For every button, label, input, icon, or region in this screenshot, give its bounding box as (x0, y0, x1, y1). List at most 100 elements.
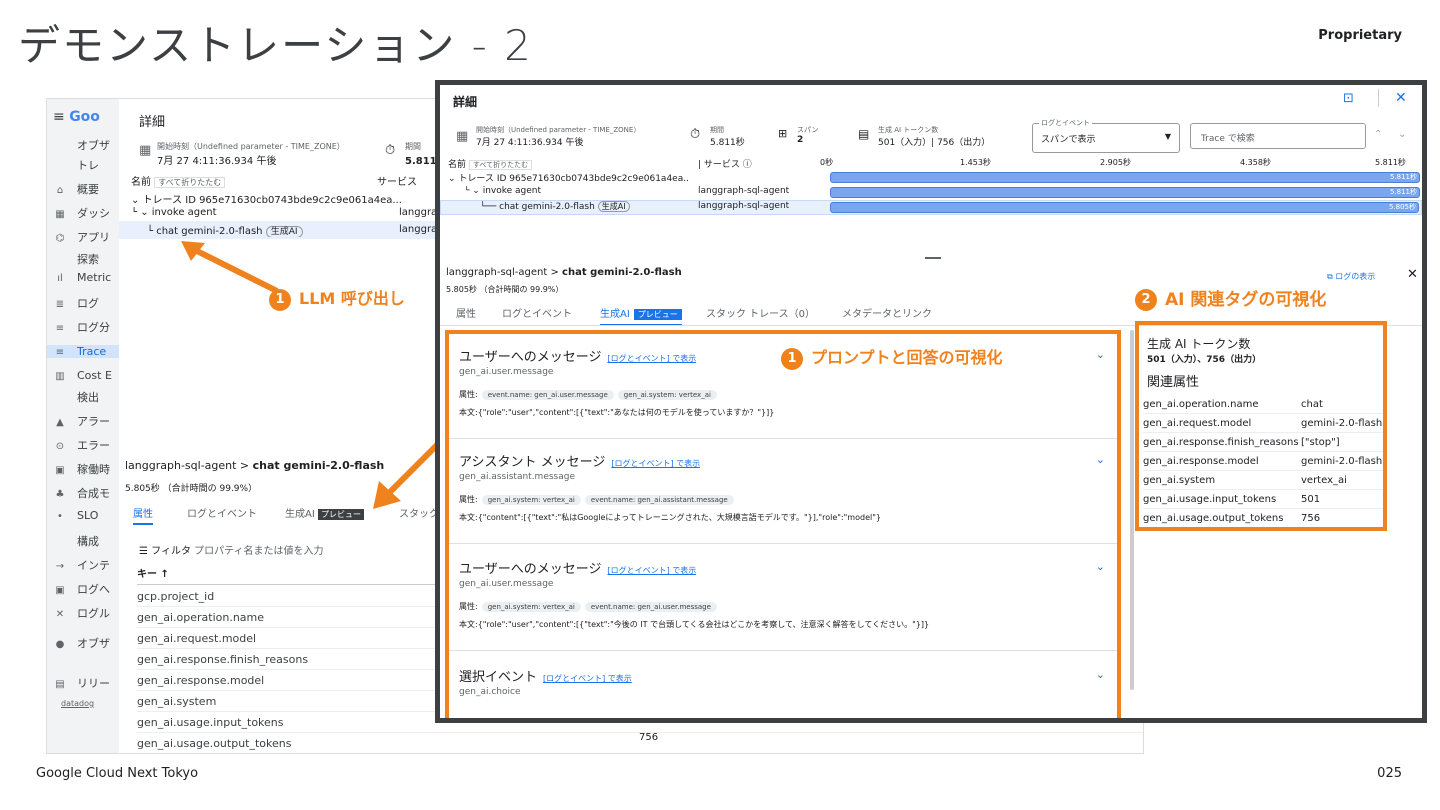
rail-item-icon: ⌂ (56, 185, 64, 196)
rail-item[interactable]: 探索 (53, 251, 119, 267)
rail-item[interactable]: ● オブザ (53, 635, 119, 651)
attr-value: chat (1301, 399, 1323, 410)
trace-row-name[interactable]: └── chat gemini-2.0-flash 生成AI (480, 201, 720, 212)
view-logs-link[interactable]: ⧉ ログの表示 (1327, 271, 1375, 282)
rail-item[interactable]: ≡ ログ分 (53, 319, 119, 335)
attr-value: ["stop"] (1301, 437, 1340, 448)
rail-item[interactable]: ▥ Cost E (53, 369, 119, 382)
rail-item[interactable]: 検出 (53, 389, 119, 405)
rail-item[interactable]: ⊙ エラー (53, 437, 119, 453)
rail-item-label: オブザ (77, 139, 110, 152)
tab-2[interactable]: 生成AI プレビュー (600, 305, 682, 326)
attr-chip: gen_ai.system: vertex_ai (481, 495, 581, 505)
rail-item[interactable]: ⌂ 概要 (53, 181, 119, 197)
close-detail-icon[interactable]: ✕ (1407, 267, 1418, 282)
span-bar[interactable]: 5.811秒 (830, 172, 1420, 183)
tab-0[interactable]: 属性 (456, 305, 476, 320)
span-bar[interactable]: 5.805秒 (830, 202, 1419, 213)
attrs-label: 属性: (459, 495, 478, 504)
body-label: 本文: (459, 408, 478, 417)
span-bar[interactable]: 5.811秒 (830, 187, 1420, 198)
bg-dur-line: 5.805秒 （合計時間の 99.9%） (125, 484, 258, 494)
bg-row-1[interactable]: └ ⌄ invoke agent (131, 207, 217, 218)
tab-label: 生成AI (600, 309, 630, 320)
body-label: 本文: (459, 620, 478, 629)
rail-item[interactable]: トレ (53, 157, 119, 173)
rail-item-icon: → (55, 561, 65, 572)
resize-handle[interactable] (925, 257, 941, 259)
rail-item[interactable]: ✕ ログル (53, 605, 119, 621)
span-label: スパン (797, 126, 819, 134)
log-select-label: ログとイベント (1039, 118, 1092, 128)
service-col: | サービス ⓘ (698, 160, 752, 170)
rail-item[interactable]: ▣ ログへ (53, 581, 119, 597)
rail-item[interactable]: ▣ 稼働時 (53, 461, 119, 477)
feedback-icon[interactable]: ⊡ (1343, 91, 1354, 106)
rail-item-icon: ıl (57, 273, 63, 284)
rail-item-icon: ✕ (55, 609, 65, 620)
attr-key: gen_ai.request.model (1143, 418, 1252, 429)
message-card[interactable]: ユーザーへのメッセージ [ログとイベント] で表示 gen_ai.user.mess… (449, 546, 1117, 651)
detail-panel: 詳細 ⊡ ✕ ▦ 開始時刻（Undefined parameter - TIME… (435, 80, 1427, 723)
message-card[interactable]: アシスタント メッセージ [ログとイベント] で表示 gen_ai.assistan… (449, 439, 1117, 544)
callout-1: 1 プロンプトと回答の可視化 (781, 344, 1061, 370)
tab-4[interactable]: メタデータとリンク (842, 305, 932, 320)
rail-item[interactable]: ▤ リリー (53, 675, 119, 691)
message-body: 本文:{"role":"user","content":[{"text":"今後… (459, 619, 1109, 630)
rail-item[interactable]: ♣ 合成モ (53, 485, 119, 501)
chevron-up-icon[interactable]: ⌃ (1374, 129, 1382, 140)
bg-tab-genai[interactable]: 生成AI プレビュー (285, 505, 364, 520)
rail-item[interactable]: ⌬ アプリ (53, 229, 119, 245)
rail-item[interactable]: 構成 (53, 533, 119, 549)
timeline-tick: 1.453秒 (960, 158, 991, 167)
attr-table: gen_ai.operation.name chat gen_ai.request.… (1143, 395, 1383, 527)
bg-tab-logs[interactable]: ログとイベント (187, 505, 257, 520)
tab-3[interactable]: スタック トレース（0） (706, 305, 815, 320)
trace-search-input[interactable]: Trace で検索 (1190, 123, 1366, 149)
attr-key: gen_ai.usage.output_tokens (1143, 513, 1284, 524)
calendar-icon: ▦ (139, 143, 152, 158)
bg-row-0[interactable]: ⌄ トレース ID 965e71630cb0743bde9c2c9e061a4e… (131, 191, 402, 206)
rail-item-label: 探索 (77, 253, 99, 266)
log-link[interactable]: [ログとイベント] で表示 (607, 566, 696, 575)
tok-label: 生成 AI トークン数 (878, 126, 939, 134)
attr-value: gemini-2.0-flash (1301, 418, 1383, 429)
tab-1[interactable]: ログとイベント (502, 305, 572, 320)
rail-item[interactable]: ≣ ログ (53, 295, 119, 311)
rail-item[interactable]: ≡ Trace (47, 345, 119, 358)
rail-item[interactable]: ▦ ダッシ (53, 205, 119, 221)
log-link[interactable]: [ログとイベント] で表示 (607, 354, 696, 363)
scrollbar[interactable] (1130, 330, 1134, 690)
chevron-down-icon[interactable]: ⌄ (1096, 668, 1105, 681)
log-select[interactable]: ログとイベント スパンで表示 ▼ (1032, 118, 1180, 153)
rail-item-icon: ▣ (55, 585, 65, 596)
rail-item[interactable]: ▲ アラー (53, 413, 119, 429)
trace-row-name[interactable]: └ ⌄ invoke agent (464, 186, 704, 196)
chevron-down-icon[interactable]: ⌄ (1096, 560, 1105, 573)
trace-row-name[interactable]: ⌄ トレース ID 965e71630cb0743bde9c2c9e061a4e… (448, 171, 688, 184)
trace-search-placeholder: Trace で検索 (1201, 134, 1255, 144)
menu-icon[interactable]: ≡ Goo (53, 109, 119, 125)
rail-item[interactable]: オブザ (53, 137, 119, 153)
rail-item-label: ログへ (77, 583, 110, 596)
bg-start-label: 開始時刻（Undefined parameter - TIME_ZONE） (157, 142, 345, 151)
rail-item[interactable]: ıl Metric (53, 271, 119, 284)
timeline-tick: 0秒 (820, 158, 834, 167)
log-link[interactable]: [ログとイベント] で表示 (611, 459, 700, 468)
trace-row-service: langgraph-sql-agent (698, 186, 790, 196)
bg-tab-attrs[interactable]: 属性 (133, 505, 153, 525)
chevron-down-icon[interactable]: ⌄ (1096, 348, 1105, 361)
body-text: {"role":"user","content":[{"text":"あなたは何… (477, 408, 775, 417)
bg-row-2[interactable]: └ chat gemini-2.0-flash 生成AI (147, 224, 303, 237)
message-card[interactable]: 選択イベント [ログとイベント] で表示 gen_ai.choice ⌄ (449, 654, 1117, 718)
filter-row[interactable]: ☰ フィルタ プロパティ名または値を入力 (139, 542, 324, 557)
rail-item-label: ログル (77, 607, 110, 620)
rail-item[interactable]: → インテ (53, 557, 119, 573)
chevron-down-icon[interactable]: ⌄ (1096, 453, 1105, 466)
close-icon[interactable]: ✕ (1395, 90, 1407, 106)
rail-item[interactable]: • SLO (53, 509, 119, 522)
timeline-tick: 4.358秒 (1240, 158, 1271, 167)
chevron-down-icon[interactable]: ⌄ (1398, 129, 1406, 140)
rail-item-label: ダッシ (77, 207, 110, 220)
log-link[interactable]: [ログとイベント] で表示 (543, 674, 632, 683)
